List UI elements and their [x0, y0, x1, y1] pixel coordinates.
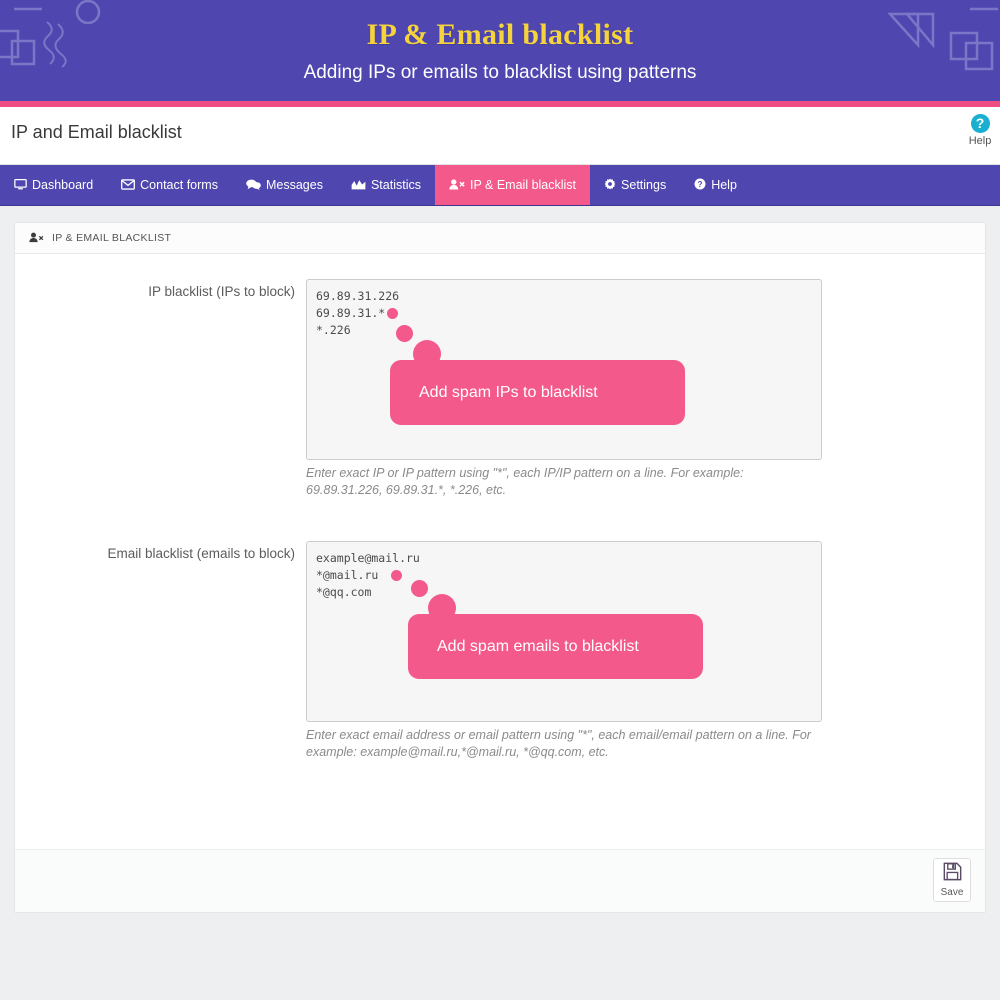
callout-dot-medium: [411, 580, 428, 597]
email-callout-text: Add spam emails to blacklist: [437, 637, 639, 655]
nav-label: Settings: [621, 178, 667, 192]
nav-item-help[interactable]: ? Help: [680, 165, 751, 205]
comments-icon: [246, 179, 261, 192]
save-button[interactable]: Save: [933, 858, 971, 902]
page-body: IP & EMAIL BLACKLIST IP blacklist (IPs t…: [0, 206, 1000, 913]
ip-blacklist-label: IP blacklist (IPs to block): [148, 284, 295, 299]
callout-dot-small: [391, 570, 402, 581]
envelope-icon: [121, 178, 136, 192]
nav-item-settings[interactable]: Settings: [590, 165, 680, 205]
promo-banner: IP & Email blacklist Adding IPs or email…: [0, 0, 1000, 101]
banner-subtitle: Adding IPs or emails to blacklist using …: [303, 61, 697, 83]
email-blacklist-row: Email blacklist (emails to block) exampl…: [15, 541, 985, 761]
user-times-icon: [29, 232, 44, 245]
page-title: IP and Email blacklist: [11, 122, 182, 142]
ip-callout: Add spam IPs to blacklist: [307, 280, 821, 459]
email-blacklist-label: Email blacklist (emails to block): [107, 546, 295, 561]
panel-title: IP & EMAIL BLACKLIST: [52, 232, 172, 244]
ip-blacklist-row: IP blacklist (IPs to block) 69.89.31.226…: [15, 279, 985, 499]
help-corner-label: Help: [968, 135, 992, 147]
nav-label: IP & Email blacklist: [469, 178, 577, 192]
blacklist-panel: IP & EMAIL BLACKLIST IP blacklist (IPs t…: [14, 222, 986, 913]
panel-body: IP blacklist (IPs to block) 69.89.31.226…: [15, 254, 985, 849]
display-icon: [14, 178, 27, 192]
svg-text:?: ?: [698, 180, 703, 189]
nav-item-statistics[interactable]: Statistics: [337, 165, 435, 205]
ip-blacklist-control: 69.89.31.226 69.89.31.* *.226 Add spam I…: [306, 279, 985, 499]
nav-label: Help: [711, 178, 737, 192]
ip-callout-bubble: Add spam IPs to blacklist: [390, 360, 685, 425]
page-header: IP and Email blacklist ? Help: [0, 107, 1000, 165]
nav-label: Dashboard: [32, 178, 94, 192]
ip-callout-text: Add spam IPs to blacklist: [419, 383, 598, 401]
ip-blacklist-help: Enter exact IP or IP pattern using "*", …: [306, 466, 744, 497]
main-navigation: Dashboard Contact forms Messages Statist…: [0, 165, 1000, 206]
panel-header: IP & EMAIL BLACKLIST: [15, 223, 985, 254]
callout-dot-small: [387, 308, 398, 319]
floppy-disk-icon: [943, 862, 962, 885]
gear-icon: [604, 178, 616, 192]
save-button-label: Save: [940, 887, 964, 898]
email-blacklist-textarea[interactable]: example@mail.ru *@mail.ru *@qq.com Add s…: [306, 541, 822, 722]
nav-item-contact-forms[interactable]: Contact forms: [107, 165, 232, 205]
email-callout-bubble: Add spam emails to blacklist: [408, 614, 703, 679]
help-corner-button[interactable]: ? Help: [962, 114, 998, 147]
email-blacklist-help: Enter exact email address or email patte…: [306, 728, 811, 759]
ip-blacklist-textarea[interactable]: 69.89.31.226 69.89.31.* *.226 Add spam I…: [306, 279, 822, 460]
nav-item-messages[interactable]: Messages: [232, 165, 337, 205]
banner-title: IP & Email blacklist: [366, 17, 634, 51]
nav-label: Messages: [265, 178, 323, 192]
question-circle-icon: ?: [694, 178, 706, 192]
panel-footer: Save: [15, 849, 985, 912]
nav-item-dashboard[interactable]: Dashboard: [0, 165, 107, 205]
callout-dot-medium: [396, 325, 413, 342]
user-times-icon: [449, 178, 465, 192]
nav-label: Statistics: [370, 178, 421, 192]
question-circle-icon: ?: [970, 114, 990, 133]
chart-area-icon: [351, 179, 366, 192]
email-callout: Add spam emails to blacklist: [307, 542, 821, 721]
email-blacklist-control: example@mail.ru *@mail.ru *@qq.com Add s…: [306, 541, 985, 761]
nav-label: Contact forms: [140, 178, 218, 192]
nav-item-ip-email-blacklist[interactable]: IP & Email blacklist: [434, 165, 591, 205]
